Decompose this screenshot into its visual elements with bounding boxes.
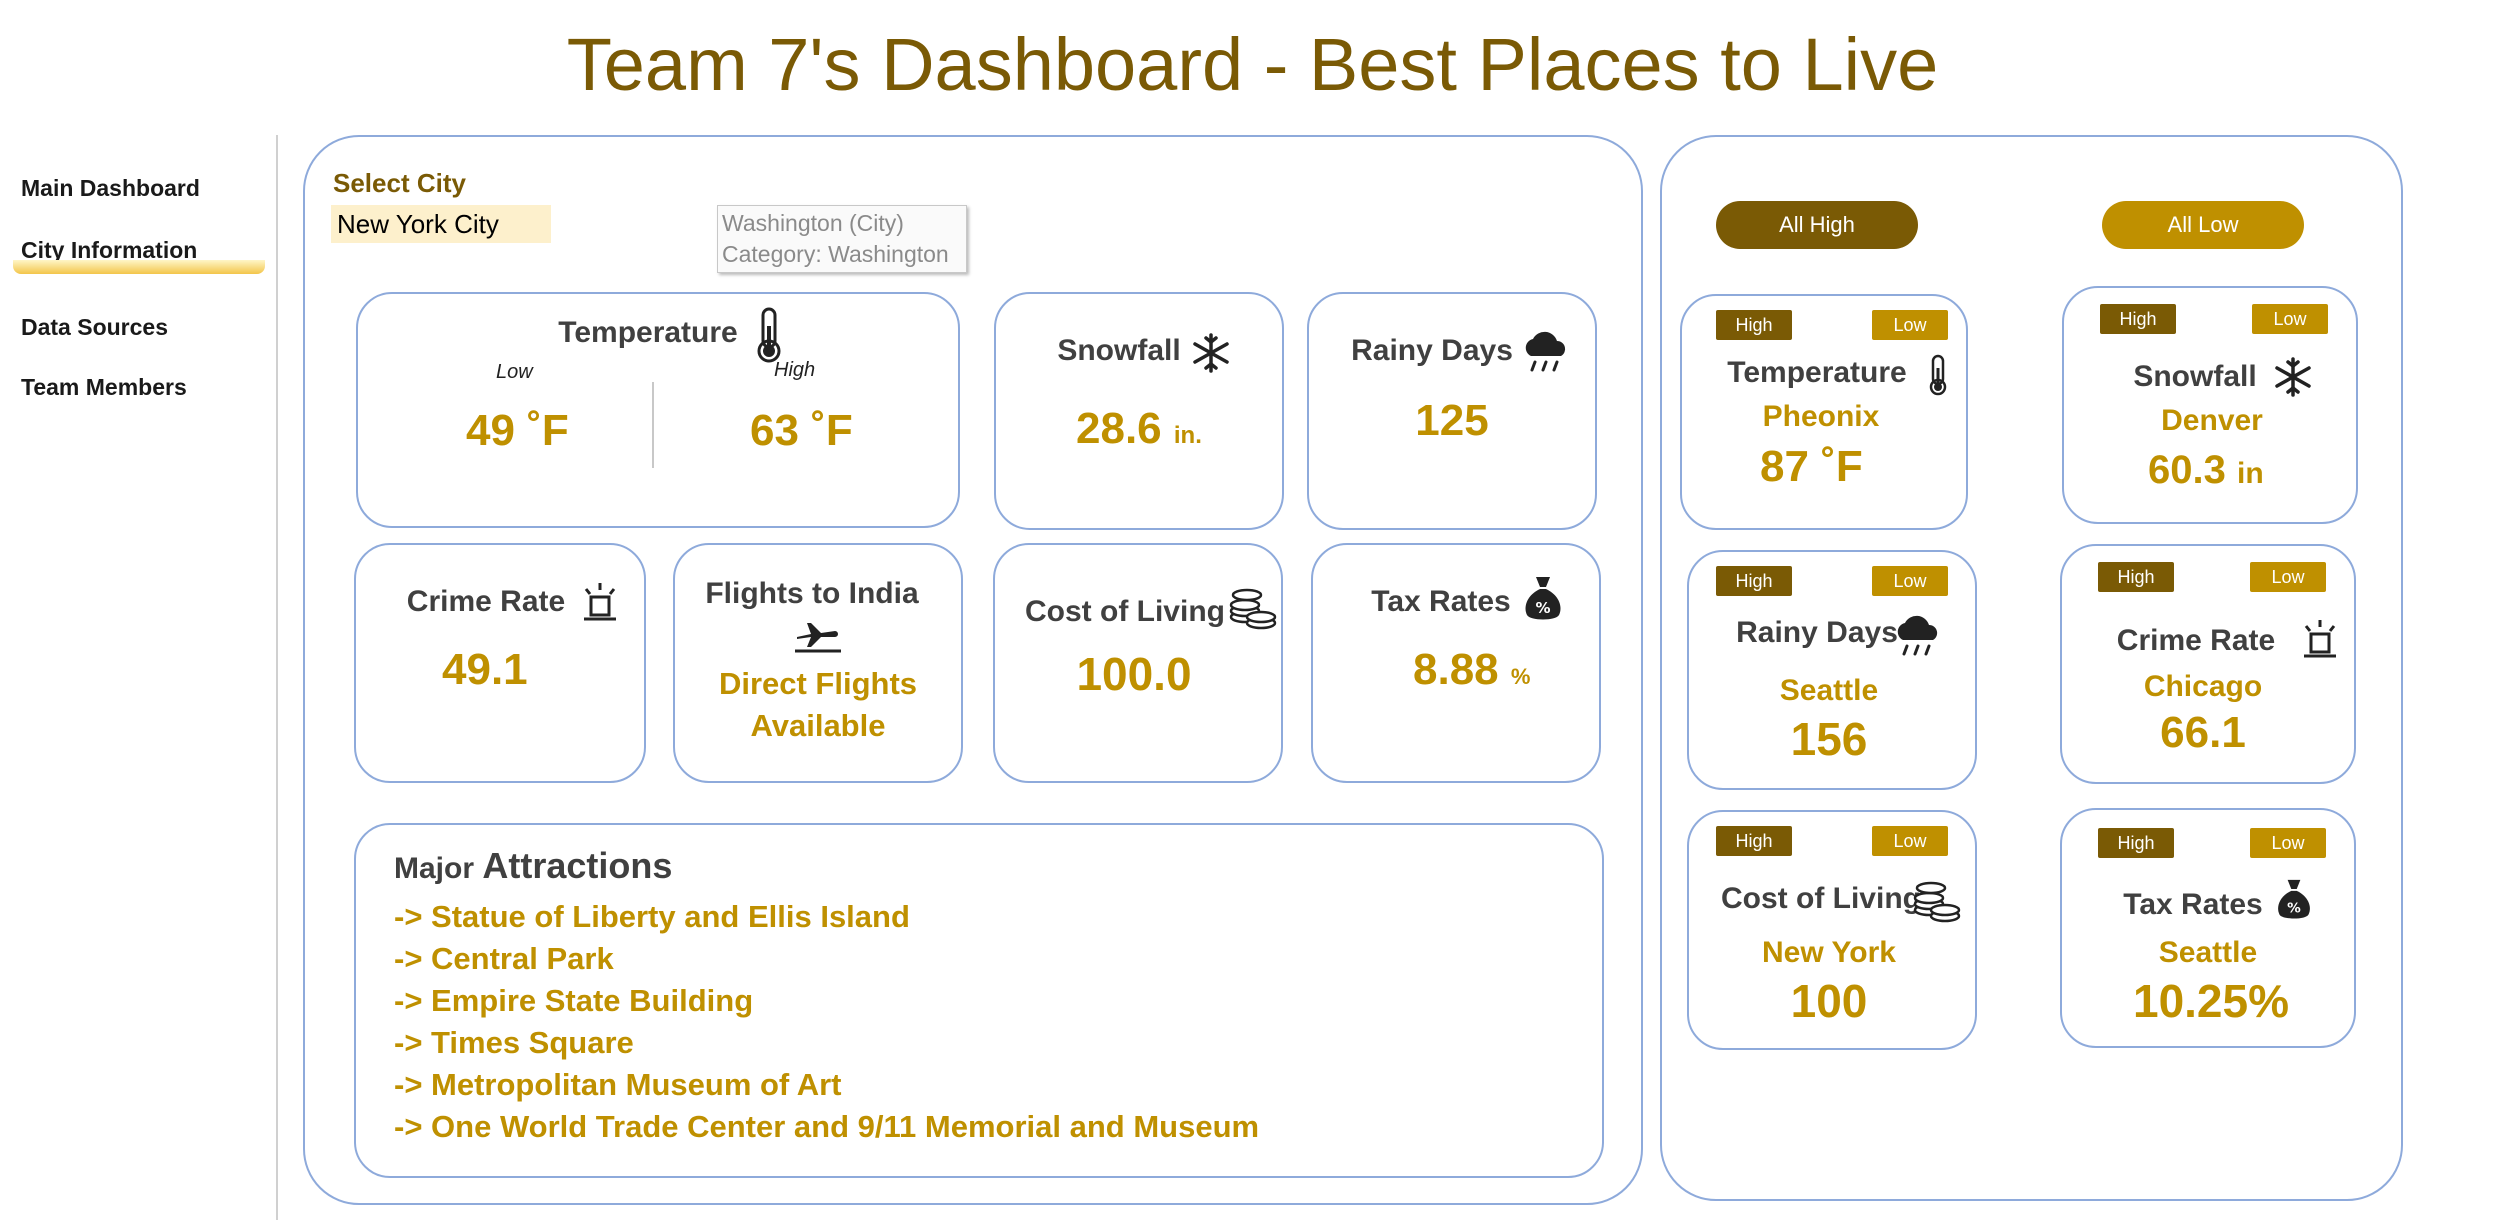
extreme-crime-rate-value: 66.1 — [2160, 708, 2246, 757]
attractions-list: -> Statue of Liberty and Ellis Island ->… — [394, 899, 1594, 1159]
coins-icon — [1229, 588, 1277, 630]
temperature-label: Temperature — [558, 316, 738, 349]
sidebar-item-team-members[interactable]: Team Members — [15, 367, 271, 407]
high-badge[interactable]: High — [2098, 562, 2174, 592]
rainy-days-card: Rainy Days 125 — [1307, 292, 1597, 530]
snowfall-value: 28.6 in. — [1076, 404, 1202, 453]
high-badge[interactable]: High — [1716, 826, 1792, 856]
extreme-snowfall-city: Denver — [2161, 404, 2263, 437]
rain-cloud-icon — [1525, 331, 1566, 372]
flights-card: Flights to India Direct Flights Availabl… — [673, 543, 963, 783]
tooltip-line-1: Washington (City) — [722, 210, 904, 236]
flights-line-1: Direct Flights — [718, 666, 918, 701]
extreme-snowfall-card: High Low Snowfall Denver 60.3 in — [2062, 286, 2358, 524]
rainy-days-value: 125 — [1415, 396, 1489, 445]
low-badge[interactable]: Low — [2252, 304, 2328, 334]
tax-rates-card: Tax Rates % 8.88 % — [1311, 543, 1601, 783]
crime-rate-card: Crime Rate 49.1 — [354, 543, 646, 783]
snowflake-icon — [1193, 333, 1229, 373]
active-indicator — [13, 260, 265, 274]
coins-icon — [1913, 881, 1961, 923]
attractions-card: Major Attractions -> Statue of Liberty a… — [354, 823, 1604, 1178]
cost-of-living-value: 100.0 — [1076, 648, 1192, 700]
siren-icon — [2304, 620, 2336, 658]
snowflake-icon — [2275, 357, 2311, 397]
extreme-tax-rates-card: High Low Tax Rates % Seattle 10.25% — [2060, 808, 2356, 1048]
money-bag-icon: % — [2278, 879, 2310, 919]
snowfall-card: Snowfall 28.6 in. — [994, 292, 1284, 530]
extreme-cost-of-living-value: 100 — [1790, 975, 1868, 1027]
high-badge[interactable]: High — [2100, 304, 2176, 334]
temperature-card: Temperature Low High 49 ˚F 63 ˚F — [356, 292, 960, 528]
low-badge[interactable]: Low — [1872, 826, 1948, 856]
sidebar-item-data-sources[interactable]: Data Sources — [15, 307, 271, 347]
low-badge[interactable]: Low — [2250, 562, 2326, 592]
attraction-item: -> One World Trade Center and 9/11 Memor… — [394, 1109, 1260, 1144]
city-tooltip: Washington (City) Category: Washington — [717, 205, 967, 273]
airplane-icon — [795, 623, 841, 653]
extreme-cost-of-living-card: High Low Cost of Living New York 100 — [1687, 810, 1977, 1050]
low-badge[interactable]: Low — [1872, 310, 1948, 340]
attraction-item: -> Central Park — [394, 941, 614, 976]
extreme-crime-rate-city: Chicago — [2143, 670, 2263, 703]
all-low-button[interactable]: All Low — [2102, 201, 2304, 249]
siren-icon — [584, 583, 616, 621]
attraction-item: -> Times Square — [394, 1025, 634, 1060]
attractions-heading: Major Attractions — [394, 845, 673, 886]
extreme-temperature-value: 87 ˚F — [1760, 442, 1863, 491]
snowfall-label: Snowfall — [1057, 334, 1181, 367]
svg-text:%: % — [2287, 901, 2301, 917]
extreme-cost-of-living-city: New York — [1762, 936, 1896, 969]
extreme-rainy-days-city: Seattle — [1779, 674, 1879, 707]
flights-value: Direct Flights Available — [675, 663, 961, 747]
dashboard-title: Team 7's Dashboard - Best Places to Live — [0, 22, 2505, 107]
money-bag-icon: % — [1525, 577, 1561, 620]
svg-text:%: % — [1535, 599, 1550, 617]
high-badge[interactable]: High — [1716, 310, 1792, 340]
low-badge[interactable]: Low — [1872, 566, 1948, 596]
extreme-temperature-card: High Low Temperature Pheonix 87 ˚F — [1680, 294, 1968, 530]
temperature-low-value: 49 ˚F — [466, 406, 569, 455]
tax-rates-value: 8.88 % — [1413, 645, 1531, 694]
high-badge[interactable]: High — [1716, 566, 1792, 596]
tooltip-line-2: Category: Washington — [722, 241, 949, 267]
select-city-label: Select City — [333, 168, 466, 198]
attraction-item: -> Statue of Liberty and Ellis Island — [394, 899, 910, 934]
extreme-rainy-days-card: High Low Rainy Days Seattle 156 — [1687, 550, 1977, 790]
extreme-rainy-days-value: 156 — [1790, 713, 1868, 765]
thermometer-icon — [757, 307, 781, 363]
title-main: Team 7's Dashboard — [566, 23, 1244, 106]
temperature-high-label: High — [774, 359, 816, 381]
cost-of-living-card: Cost of Living 100.0 — [993, 543, 1283, 783]
extreme-tax-rates-value: 10.25% — [2132, 975, 2289, 1027]
rain-cloud-icon — [1897, 615, 1938, 656]
attraction-item: -> Metropolitan Museum of Art — [394, 1067, 842, 1102]
temperature-high-value: 63 ˚F — [750, 406, 853, 455]
thermometer-icon — [1929, 354, 1947, 396]
sidebar-divider — [276, 135, 278, 1220]
flights-line-2: Available — [750, 708, 886, 743]
low-badge[interactable]: Low — [2250, 828, 2326, 858]
city-select-input[interactable]: New York City — [331, 205, 551, 243]
crime-rate-value: 49.1 — [442, 645, 528, 694]
sidebar-item-main-dashboard[interactable]: Main Dashboard — [15, 168, 271, 208]
extreme-snowfall-value: 60.3 in — [2148, 448, 2264, 492]
temperature-divider — [652, 382, 654, 468]
extreme-tax-rates-city: Seattle — [2158, 936, 2258, 969]
attraction-item: -> Empire State Building — [394, 983, 754, 1018]
extreme-temperature-label: Temperature — [1727, 356, 1907, 389]
temperature-low-label: Low — [496, 361, 533, 383]
high-badge[interactable]: High — [2098, 828, 2174, 858]
sidebar-item-city-information[interactable]: City Information — [13, 230, 271, 274]
all-high-button[interactable]: All High — [1716, 201, 1918, 249]
title-subtitle: - Best Places to Live — [1243, 23, 1939, 106]
extreme-crime-rate-card: High Low Crime Rate Chicago 66.1 — [2060, 544, 2356, 784]
extreme-temperature-city: Pheonix — [1762, 400, 1880, 433]
flights-label: Flights to India — [705, 577, 919, 610]
